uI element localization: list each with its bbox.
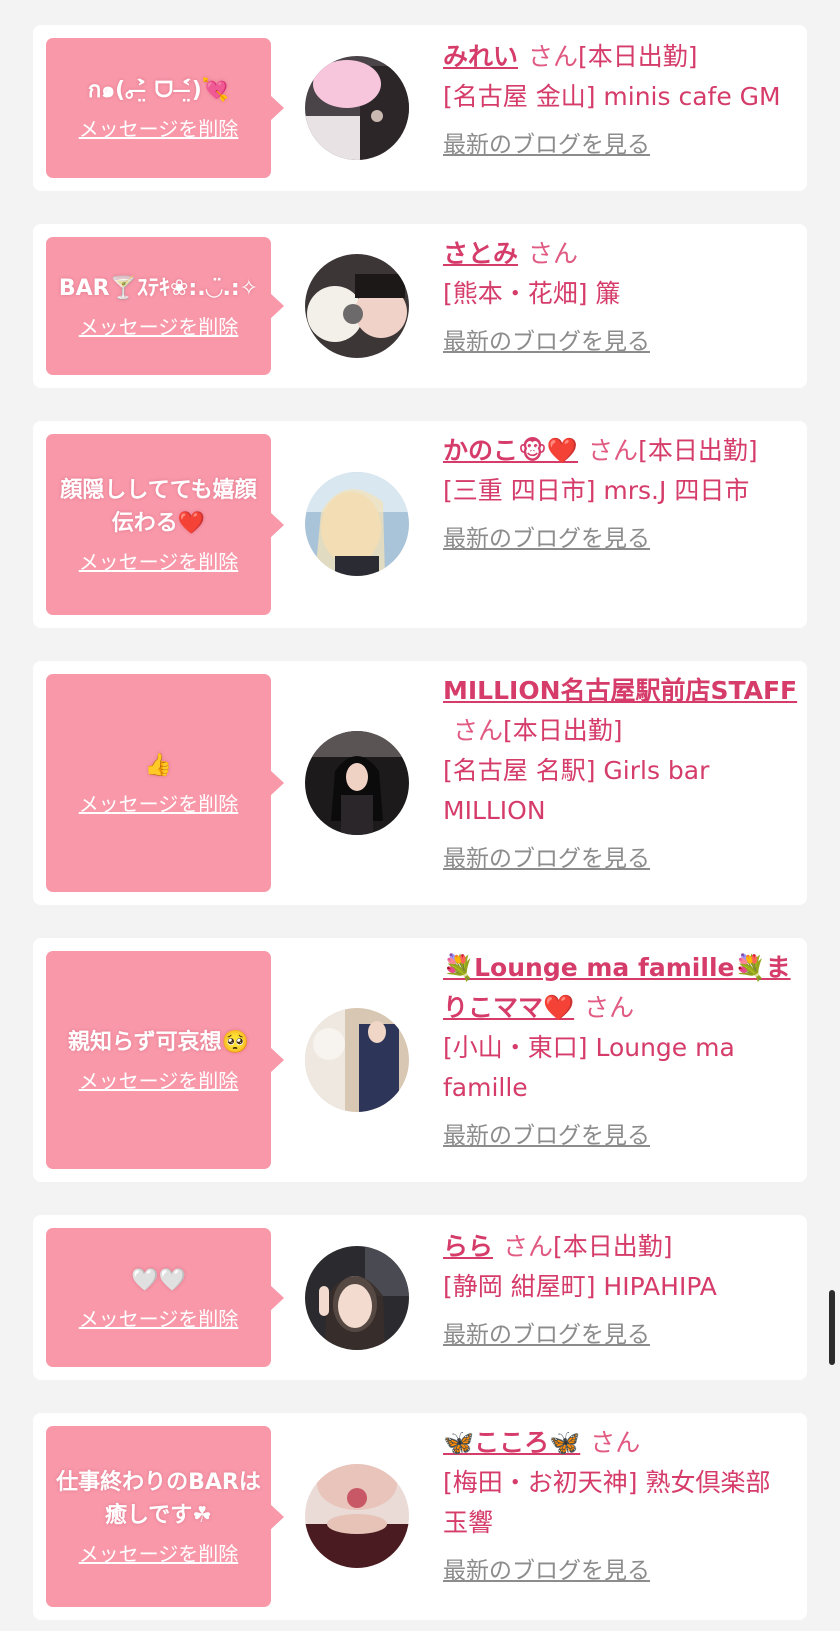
list-item: BAR🍸ｽﾃｷ❀:.◡̈.:✧ メッセージを削除 さとみ さん [熊本・花畑] 簾… (33, 224, 807, 388)
scrollbar[interactable] (829, 1290, 835, 1365)
honorific: さん (503, 1232, 554, 1261)
profile-info: 💐Lounge ma famille💐まりこママ❤️ さん [小山・東口] Lou… (443, 948, 803, 1156)
profile-name-link[interactable]: みれい (443, 42, 518, 71)
list-item: 仕事終わりのBARは癒しです☘ メッセージを削除 🦋こころ🦋 さん [梅田・お初天… (33, 1413, 807, 1620)
avatar[interactable] (305, 1246, 409, 1350)
profile-name-link[interactable]: 🦋こころ🦋 (443, 1428, 580, 1457)
profile-info: 🦋こころ🦋 さん [梅田・お初天神] 熟女倶楽部 玉響 最新のブログを見る (443, 1423, 803, 1591)
message-bubble: BAR🍸ｽﾃｷ❀:.◡̈.:✧ メッセージを削除 (46, 237, 284, 375)
avatar[interactable] (305, 1008, 409, 1112)
profile-info: MILLION名古屋駅前店STAFF さん[本日出勤] [名古屋 名駅] Girl… (443, 671, 803, 879)
message-text: 親知らず可哀想🥺 (68, 1030, 249, 1055)
delete-message-link[interactable]: メッセージを削除 (79, 546, 239, 575)
honorific: さん (590, 1428, 641, 1457)
message-text: 仕事終わりのBARは癒しです☘ (56, 1470, 261, 1528)
status-badge: [本日出勤] (578, 42, 698, 71)
shop-label: [小山・東口] Lounge ma famille (443, 1033, 735, 1102)
delete-message-link[interactable]: メッセージを削除 (79, 788, 239, 817)
profile-info: らら さん[本日出勤] [静岡 紺屋町] HIPAHIPA 最新のブログを見る (443, 1227, 803, 1355)
status-badge: [本日出勤] (553, 1232, 673, 1261)
message-text: 👍 (144, 753, 173, 778)
honorific: さん (528, 42, 579, 71)
latest-blog-link[interactable]: 最新のブログを見る (443, 125, 650, 165)
profile-info: さとみ さん [熊本・花畑] 簾 最新のブログを見る (443, 234, 803, 362)
avatar[interactable] (305, 56, 409, 160)
list-item: 🤍🤍 メッセージを削除 らら さん[本日出勤] [静岡 紺屋町] HIPAHIPA… (33, 1215, 807, 1380)
latest-blog-link[interactable]: 最新のブログを見る (443, 839, 650, 879)
status-badge: [本日出勤] (638, 436, 758, 465)
message-text: BAR🍸ｽﾃｷ❀:.◡̈.:✧ (58, 276, 259, 301)
shop-label: [名古屋 名駅] Girls bar MILLION (443, 756, 710, 825)
honorific: さん (584, 993, 635, 1022)
profile-name-link[interactable]: らら (443, 1232, 493, 1261)
avatar[interactable] (305, 472, 409, 576)
message-text: ก๑(｡˃̶̤̀ ᗜ ˂̶̤́)💘 (87, 78, 230, 103)
message-bubble: 親知らず可哀想🥺 メッセージを削除 (46, 951, 284, 1169)
delete-message-link[interactable]: メッセージを削除 (79, 1303, 239, 1332)
delete-message-link[interactable]: メッセージを削除 (79, 311, 239, 340)
latest-blog-link[interactable]: 最新のブログを見る (443, 322, 650, 362)
delete-message-link[interactable]: メッセージを削除 (79, 113, 239, 142)
message-bubble: 顔隠ししてても嬉顔伝わる❤️ メッセージを削除 (46, 434, 284, 615)
message-bubble: 🤍🤍 メッセージを削除 (46, 1228, 284, 1367)
honorific: さん (453, 716, 504, 745)
list-item: ก๑(｡˃̶̤̀ ᗜ ˂̶̤́)💘 メッセージを削除 みれい さん[本日出勤] [… (33, 25, 807, 191)
avatar[interactable] (305, 731, 409, 835)
list-item: 👍 メッセージを削除 MILLION名古屋駅前店STAFF さん[本日出勤] [名… (33, 661, 807, 905)
message-bubble: 👍 メッセージを削除 (46, 674, 284, 892)
shop-label: [名古屋 金山] minis cafe GM (443, 82, 781, 111)
list-item: 親知らず可哀想🥺 メッセージを削除 💐Lounge ma famille💐まりこ… (33, 938, 807, 1182)
profile-info: かのこ🐵❤️ さん[本日出勤] [三重 四日市] mrs.J 四日市 最新のブログ… (443, 431, 803, 559)
shop-label: [梅田・お初天神] 熟女倶楽部 玉響 (443, 1468, 771, 1537)
profile-name-link[interactable]: かのこ🐵❤️ (443, 436, 578, 465)
status-badge: [本日出勤] (503, 716, 623, 745)
message-bubble: ก๑(｡˃̶̤̀ ᗜ ˂̶̤́)💘 メッセージを削除 (46, 38, 284, 178)
profile-info: みれい さん[本日出勤] [名古屋 金山] minis cafe GM 最新のブロ… (443, 37, 803, 165)
honorific: さん (588, 436, 639, 465)
profile-name-link[interactable]: MILLION名古屋駅前店STAFF (443, 676, 797, 705)
avatar[interactable] (305, 1464, 409, 1568)
honorific: さん (528, 239, 579, 268)
shop-label: [静岡 紺屋町] HIPAHIPA (443, 1272, 717, 1301)
list-item: 顔隠ししてても嬉顔伝わる❤️ メッセージを削除 かのこ🐵❤️ さん[本日出勤] [… (33, 421, 807, 628)
delete-message-link[interactable]: メッセージを削除 (79, 1065, 239, 1094)
delete-message-link[interactable]: メッセージを削除 (79, 1538, 239, 1567)
profile-name-link[interactable]: さとみ (443, 239, 518, 268)
message-bubble: 仕事終わりのBARは癒しです☘ メッセージを削除 (46, 1426, 284, 1607)
latest-blog-link[interactable]: 最新のブログを見る (443, 519, 650, 559)
message-text: 顔隠ししてても嬉顔伝わる❤️ (60, 478, 257, 536)
latest-blog-link[interactable]: 最新のブログを見る (443, 1551, 650, 1591)
latest-blog-link[interactable]: 最新のブログを見る (443, 1315, 650, 1355)
latest-blog-link[interactable]: 最新のブログを見る (443, 1116, 650, 1156)
shop-label: [熊本・花畑] 簾 (443, 279, 621, 308)
message-text: 🤍🤍 (131, 1267, 186, 1293)
avatar[interactable] (305, 254, 409, 358)
shop-label: [三重 四日市] mrs.J 四日市 (443, 476, 750, 505)
